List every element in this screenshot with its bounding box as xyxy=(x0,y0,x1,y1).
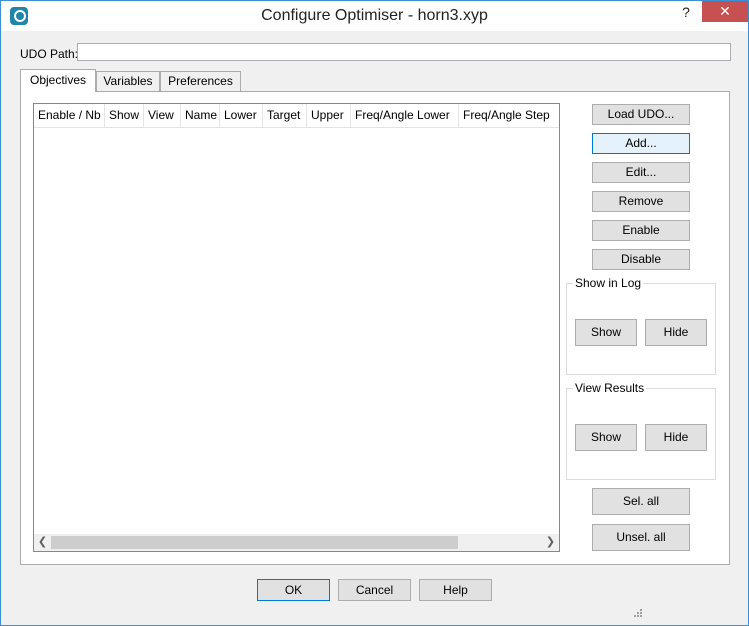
udo-path-label: UDO Path: xyxy=(20,47,79,61)
load-udo-button[interactable]: Load UDO... xyxy=(592,104,690,125)
column-header-show[interactable]: Show xyxy=(105,104,144,127)
column-header-upper[interactable]: Upper xyxy=(307,104,351,127)
edit-button[interactable]: Edit... xyxy=(592,162,690,183)
resize-grip-icon[interactable] xyxy=(633,608,643,618)
tab-objectives[interactable]: Objectives xyxy=(20,69,96,92)
horizontal-scrollbar[interactable]: ❮ ❯ xyxy=(34,534,559,551)
add-button[interactable]: Add... xyxy=(592,133,690,154)
column-header-target[interactable]: Target xyxy=(263,104,307,127)
view-results-group: View Results Show Hide xyxy=(566,381,716,480)
results-show-button[interactable]: Show xyxy=(575,424,637,451)
unselect-all-button[interactable]: Unsel. all xyxy=(592,524,690,551)
show-in-log-group: Show in Log Show Hide xyxy=(566,276,716,375)
tab-variables[interactable]: Variables xyxy=(96,71,160,91)
column-header-name[interactable]: Name xyxy=(181,104,220,127)
scroll-right-icon[interactable]: ❯ xyxy=(542,534,559,551)
dialog-window: Configure Optimiser - horn3.xyp ? ✕ UDO … xyxy=(0,0,749,626)
remove-button[interactable]: Remove xyxy=(592,191,690,212)
log-show-button[interactable]: Show xyxy=(575,319,637,346)
ok-button[interactable]: OK xyxy=(257,579,330,601)
column-header-view[interactable]: View xyxy=(144,104,181,127)
udo-path-input[interactable] xyxy=(77,43,731,61)
show-in-log-label: Show in Log xyxy=(573,276,644,290)
disable-button[interactable]: Disable xyxy=(592,249,690,270)
window-title: Configure Optimiser - horn3.xyp xyxy=(261,7,488,24)
column-header-freq-angle-lower[interactable]: Freq/Angle Lower xyxy=(351,104,459,127)
close-button[interactable]: ✕ xyxy=(702,1,748,22)
help-button[interactable]: Help xyxy=(419,579,492,601)
title-bar: Configure Optimiser - horn3.xyp ? ✕ xyxy=(1,1,748,31)
column-header-freq-angle-step[interactable]: Freq/Angle Step xyxy=(459,104,559,127)
log-hide-button[interactable]: Hide xyxy=(645,319,707,346)
column-header-enable-nb[interactable]: Enable / Nb xyxy=(34,104,105,127)
enable-button[interactable]: Enable xyxy=(592,220,690,241)
results-hide-button[interactable]: Hide xyxy=(645,424,707,451)
title-help-button[interactable]: ? xyxy=(671,1,701,23)
cancel-button[interactable]: Cancel xyxy=(338,579,411,601)
table-header: Enable / Nb Show View Name Lower Target … xyxy=(34,104,559,128)
select-all-button[interactable]: Sel. all xyxy=(592,488,690,515)
view-results-label: View Results xyxy=(573,381,647,395)
column-header-lower[interactable]: Lower xyxy=(220,104,263,127)
scroll-left-icon[interactable]: ❮ xyxy=(34,534,51,551)
tab-preferences[interactable]: Preferences xyxy=(160,71,241,91)
objectives-panel: Enable / Nb Show View Name Lower Target … xyxy=(20,91,730,565)
objectives-table[interactable]: Enable / Nb Show View Name Lower Target … xyxy=(33,103,560,552)
scroll-thumb[interactable] xyxy=(51,536,458,549)
